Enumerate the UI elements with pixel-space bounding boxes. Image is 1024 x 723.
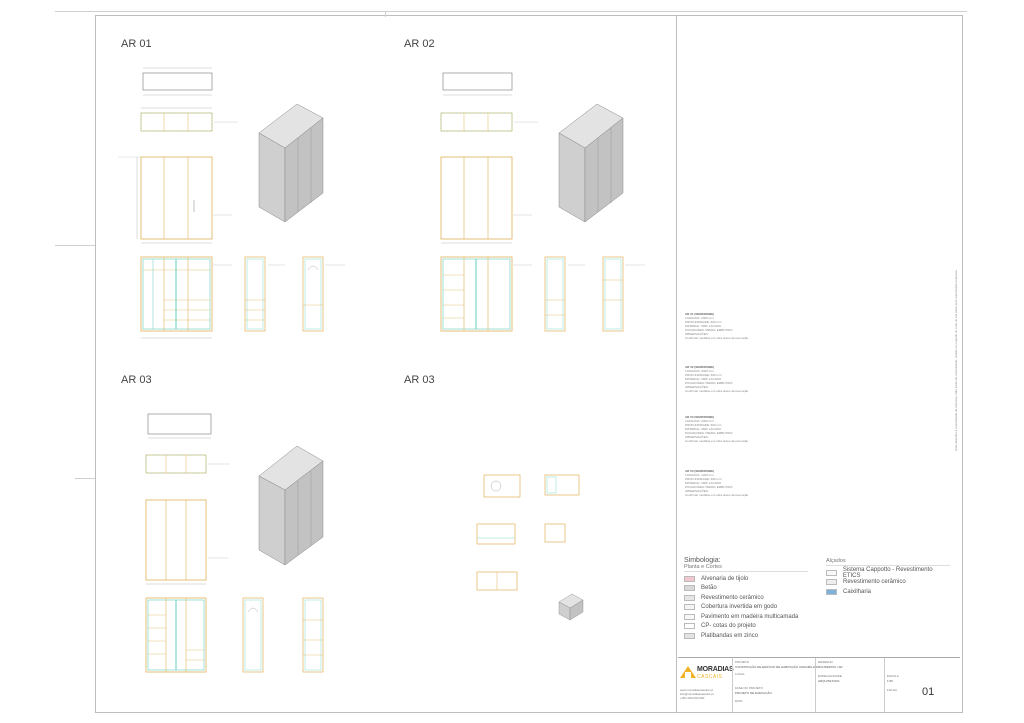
legend: Simbologia: Planta e Cortes Alvenaria de… bbox=[684, 557, 954, 641]
legend-swatch bbox=[684, 585, 695, 592]
spec-note-4: AR 03 (WARDROBE) LARGURA: 1200 mm PROFUN… bbox=[685, 469, 750, 497]
phase-label: FASE DO PROJETO bbox=[735, 686, 763, 690]
title-block: MORADIAS CASCAIS www.moradiascascais.pt … bbox=[678, 657, 960, 712]
drawing-label: DESENHO bbox=[818, 660, 833, 664]
legend-label: Platibandas em zinco bbox=[701, 632, 759, 639]
brand-sub: CASCAIS bbox=[697, 674, 723, 680]
legend-left-item: Betão bbox=[684, 584, 808, 594]
legend-right-item: Sistema Cappotto - Revestimento ETICS bbox=[826, 566, 950, 579]
ar03-drawings bbox=[145, 413, 324, 673]
specialty-value: ARQUITETURA bbox=[818, 679, 840, 683]
spec-note-3: AR 03 (WARDROBE) LARGURA: 2400 mm PROFUN… bbox=[685, 415, 750, 443]
ar01-drawings bbox=[118, 67, 324, 339]
legend-label: Alvenaria de tijolo bbox=[701, 575, 749, 582]
brand-name: MORADIAS bbox=[697, 666, 734, 673]
legend-left-item: Pavimento em madeira multicamada bbox=[684, 612, 808, 622]
legend-left-item: Revestimento cerâmico bbox=[684, 593, 808, 603]
legend-left-item: Platibandas em zinco bbox=[684, 631, 808, 641]
ar03-small-drawings bbox=[476, 474, 584, 621]
legend-label: Revestimento cerâmico bbox=[843, 579, 906, 586]
spec-note-1: AR 01 (WARDROBE) LARGURA: 2400 mm PROFUN… bbox=[685, 312, 750, 340]
legend-label: Caixilharia bbox=[843, 588, 872, 595]
legend-right-group: Alçados Sistema Cappotto - Revestimento … bbox=[826, 558, 950, 641]
date-label: DATA bbox=[735, 699, 743, 703]
legend-left-group: Planta e Cortes Alvenaria de tijolo Betão… bbox=[684, 564, 808, 641]
legend-label: Sistema Cappotto - Revestimento ETICS bbox=[842, 566, 933, 579]
legend-swatch bbox=[684, 604, 695, 611]
sheet-label: FOLHA bbox=[887, 688, 898, 692]
legend-label: Revestimento cerâmico bbox=[701, 594, 764, 601]
contact-info: www.moradiascascais.pt info@moradiascasc… bbox=[680, 688, 714, 700]
tb-divider-1 bbox=[732, 658, 733, 712]
legend-right-item: Caixilharia bbox=[826, 587, 950, 597]
legend-swatch bbox=[684, 623, 695, 630]
legend-swatch bbox=[684, 632, 695, 639]
specialty-label: ESPECIALIDADE bbox=[818, 674, 842, 678]
copyright-note: Este desenho é propriedade da empresa. N… bbox=[954, 269, 958, 451]
legend-left-item: Cobertura invertida em godo bbox=[684, 603, 808, 613]
phase-value: PROJETO DE EXECUÇÃO bbox=[735, 691, 772, 695]
legend-swatch bbox=[826, 579, 837, 586]
scale-label: ESCALA bbox=[887, 674, 899, 678]
house-logo-icon bbox=[680, 666, 696, 678]
legend-label: CP- cotas do projeto bbox=[701, 623, 756, 630]
tb-divider-2 bbox=[815, 658, 816, 712]
project-value: CONSTRUÇÃO DE EDIFÍCIO DE HABITAÇÃO UNIF… bbox=[735, 665, 818, 669]
scale-value: 1:50 bbox=[887, 679, 893, 683]
legend-swatch bbox=[684, 613, 695, 620]
drawing-area bbox=[118, 67, 645, 673]
legend-left-item: Alvenaria de tijolo bbox=[684, 574, 808, 584]
legend-right-item: Revestimento cerâmico bbox=[826, 578, 950, 588]
legend-label: Cobertura invertida em godo bbox=[701, 604, 778, 611]
legend-label: Betão bbox=[701, 585, 717, 592]
legend-swatch bbox=[826, 569, 837, 576]
tb-divider-3 bbox=[884, 658, 885, 712]
legend-label: Pavimento em madeira multicamada bbox=[701, 613, 799, 620]
project-label: PROJETO bbox=[735, 660, 750, 664]
legend-swatch bbox=[684, 594, 695, 601]
legend-left-item: CP- cotas do projeto bbox=[684, 622, 808, 632]
brand-logo: MORADIAS CASCAIS bbox=[680, 662, 734, 688]
place-label: LOCAL bbox=[735, 672, 745, 676]
legend-swatch bbox=[684, 575, 695, 582]
legend-swatch bbox=[826, 588, 837, 595]
legend-left-heading: Planta e Cortes bbox=[684, 564, 808, 572]
legend-right-heading: Alçados bbox=[826, 558, 950, 566]
spec-note-2: AR 02 (WARDROBE) LARGURA: 2400 mm PROFUN… bbox=[685, 365, 750, 393]
panel-divider bbox=[676, 15, 677, 713]
drawing-value: ROUPEIROS / AR bbox=[818, 665, 843, 669]
ar02-drawings bbox=[440, 72, 624, 332]
sheet-number: 01 bbox=[922, 686, 935, 698]
